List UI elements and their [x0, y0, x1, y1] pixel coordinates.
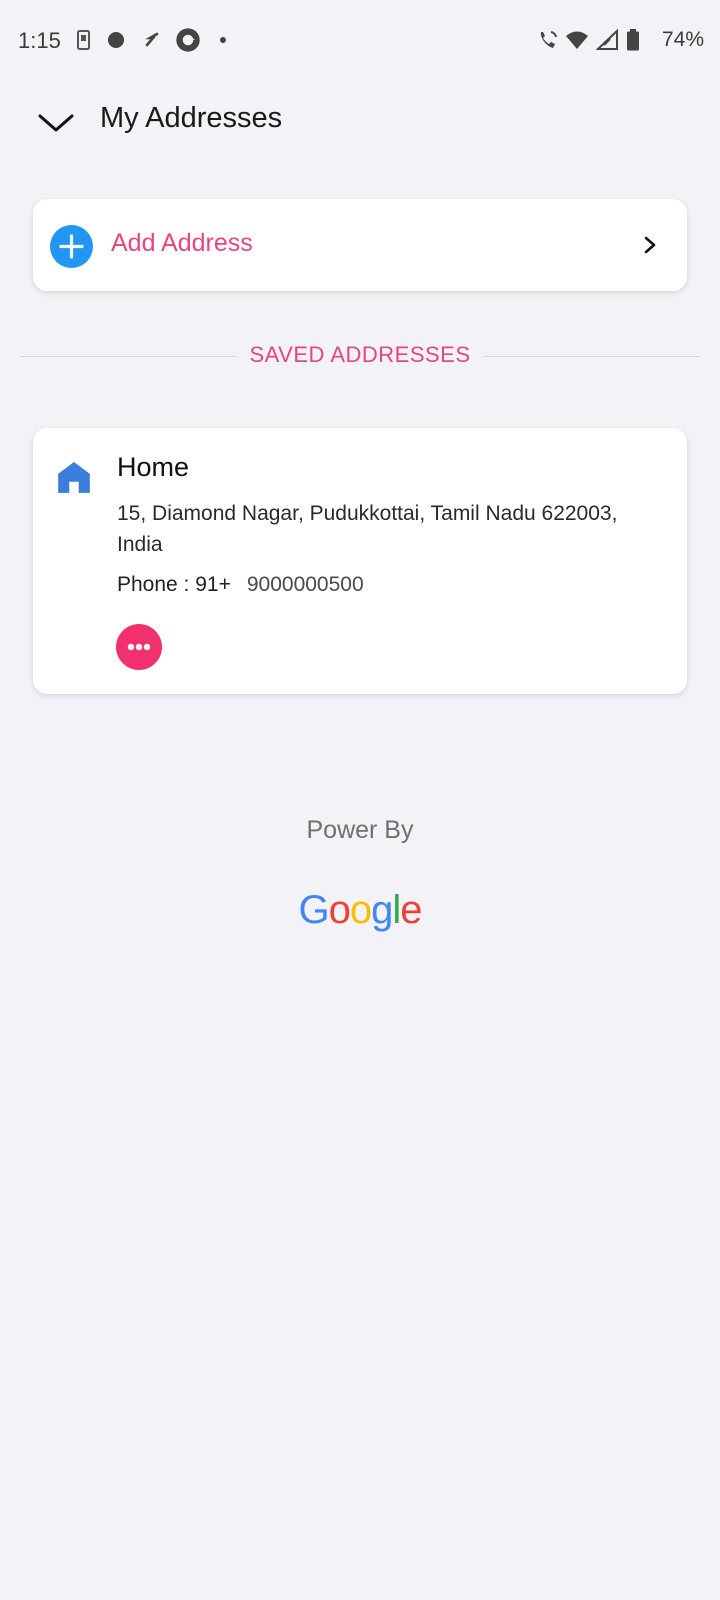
add-address-button[interactable]: Add Address [33, 199, 687, 291]
battery-percentage: 74% [661, 28, 704, 51]
phone-number: 9000000500 [246, 573, 364, 596]
status-time: 1:15 [18, 28, 61, 53]
add-address-label: Add Address [111, 229, 253, 257]
wifi-icon [566, 31, 588, 49]
phone-row: Phone : 91+ 9000000500 [117, 573, 364, 597]
chevron-down-icon[interactable] [36, 108, 76, 136]
section-title: SAVED ADDRESSES [249, 342, 471, 367]
address-label: Home [117, 452, 190, 482]
plus-circle-icon [50, 225, 93, 268]
home-icon [58, 461, 90, 493]
circle-dot-icon [108, 32, 124, 48]
fanatic-icon [145, 32, 159, 47]
google-logo: Google [298, 888, 422, 932]
more-options-button[interactable] [116, 624, 162, 670]
phone-label: Phone : 91+ [117, 573, 231, 596]
dot-icon [220, 37, 226, 43]
more-horizontal-icon [127, 643, 151, 651]
refresh-app-icon [176, 28, 200, 52]
address-card-home[interactable]: Home 15, Diamond Nagar, Pudukkottai, Tam… [33, 428, 687, 694]
battery-icon [627, 29, 639, 51]
sim-card-icon [77, 30, 90, 50]
power-by-text: Power By [306, 816, 414, 844]
status-bar: 1:15 74% [0, 0, 720, 84]
chevron-right-icon [644, 236, 656, 254]
address-text: 15, Diamond Nagar, Pudukkottai, Tamil Na… [117, 502, 618, 556]
signal-icon [596, 28, 618, 50]
header: My Addresses [0, 90, 720, 156]
divider-right [483, 356, 700, 357]
page-title: My Addresses [100, 102, 283, 134]
wifi-calling-icon [540, 31, 557, 48]
